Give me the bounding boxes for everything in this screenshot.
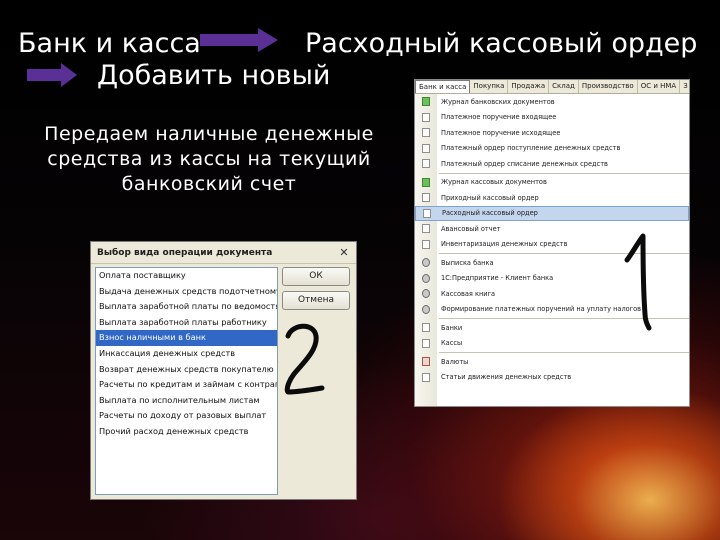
document-icon (415, 323, 437, 333)
close-icon[interactable]: ✕ (338, 247, 350, 259)
menu-bar-item[interactable]: Банк и касса (415, 80, 471, 93)
operation-list-item[interactable]: Выплата по исполнительным листам (96, 393, 277, 409)
step-one-annotation: 1 (605, 232, 665, 341)
menu-item[interactable]: Журнал кассовых документов (415, 175, 689, 191)
menu-item-label: Журнал кассовых документов (441, 178, 547, 187)
menu-item-label: Валюты (441, 357, 469, 366)
operation-list-item[interactable]: Инкассация денежных средств (96, 346, 277, 362)
operation-list-item[interactable]: Расчеты по кредитам и займам с контраген… (96, 377, 277, 393)
menu-item-label: Статьи движения денежных средств (441, 373, 572, 382)
menu-item[interactable]: Расходный кассовый ордер (415, 205, 689, 221)
menu-item[interactable]: Платежный ордер поступление денежных сре… (415, 141, 689, 157)
operation-list-item[interactable]: Оплата поставщику (96, 268, 277, 284)
document-icon (415, 304, 437, 314)
document-icon (415, 128, 437, 138)
document-icon (415, 338, 437, 348)
menu-item-label: Платежный ордер поступление денежных сре… (441, 144, 621, 153)
menu-item-label: Выписка банка (441, 258, 494, 267)
document-icon (415, 224, 437, 234)
document-icon (415, 273, 437, 283)
document-icon (415, 239, 437, 249)
menu-item[interactable]: Статьи движения денежных средств (415, 370, 689, 386)
menu-item-label: Банки (441, 323, 463, 332)
document-icon (415, 143, 437, 153)
operation-list-item[interactable]: Расчеты по доходу от разовых выплат (96, 408, 277, 424)
operation-list[interactable]: Оплата поставщику Выдача денежных средств… (95, 267, 278, 495)
ok-button[interactable]: ОК (282, 267, 350, 286)
menu-item-label: Платежный ордер списание денежных средст… (441, 159, 608, 168)
slide-description: Передаем наличные денежные средства из к… (44, 123, 374, 195)
menu-item-label: Кассовая книга (441, 289, 496, 298)
path-end-text: Расходный кассовый ордер (305, 28, 698, 59)
document-icon (415, 193, 437, 203)
operation-list-item[interactable]: Выплата заработной платы по ведомостям (96, 299, 277, 315)
menu-item-label: Расходный кассовый ордер (442, 209, 538, 218)
operation-list-item[interactable]: Прочий расход денежных средств (96, 424, 277, 440)
document-icon (415, 177, 437, 187)
path-start-text: Банк и касса (18, 28, 201, 59)
menu-item[interactable]: Платежное поручение входящее (415, 110, 689, 126)
document-icon (415, 258, 437, 268)
menu-item[interactable]: Приходный кассовый ордер (415, 190, 689, 206)
menu-bar-item[interactable]: Производство (579, 80, 638, 93)
menu-item-label: Платежное поручение исходящее (441, 128, 561, 137)
document-icon (415, 159, 437, 169)
menu-separator (439, 352, 689, 353)
dialog-titlebar: Выбор вида операции документа ✕ (91, 242, 356, 264)
menu-item-label: Приходный кассовый ордер (441, 193, 539, 202)
document-icon (415, 97, 437, 107)
document-icon (415, 289, 437, 299)
menu-item-label: Авансовый отчет (441, 224, 501, 233)
operation-list-item[interactable]: Взнос наличными в банк (96, 330, 277, 346)
operation-list-item[interactable]: Выплата заработной платы работнику (96, 315, 277, 331)
menu-item-label: 1С:Предприятие - Клиент банка (441, 274, 554, 283)
menu-bar-item[interactable]: ОС и НМА (638, 80, 681, 93)
document-icon (415, 112, 437, 122)
operation-list-item[interactable]: Возврат денежных средств покупателю (96, 362, 277, 378)
menu-bar: Банк и касса Покупка Продажа Склад Производс… (415, 80, 689, 94)
menu-bar-item[interactable]: Склад (549, 80, 579, 93)
menu-item[interactable]: Журнал банковских документов (415, 94, 689, 110)
cancel-button[interactable]: Отмена (282, 291, 350, 310)
menu-bar-item[interactable]: Продажа (508, 80, 550, 93)
menu-item[interactable]: Валюты (415, 354, 689, 370)
menu-item-label: Платежное поручение входящее (441, 113, 557, 122)
menu-bar-item[interactable]: З (680, 80, 689, 93)
arrow-right-icon (27, 63, 79, 87)
document-icon (415, 357, 437, 367)
menu-item-label: Инвентаризация денежных средств (441, 240, 568, 249)
document-icon (416, 208, 438, 218)
operation-list-item[interactable]: Выдача денежных средств подотчетному лиц… (96, 284, 277, 300)
step-two-annotation: 2 (280, 318, 330, 407)
menu-item[interactable]: Платежное поручение исходящее (415, 125, 689, 141)
menu-separator (439, 172, 689, 174)
menu-item-label: Кассы (441, 339, 463, 348)
document-icon (415, 372, 437, 382)
menu-item[interactable]: Платежный ордер списание денежных средст… (415, 156, 689, 172)
menu-bar-item[interactable]: Покупка (470, 80, 509, 93)
menu-item-label: Журнал банковских документов (441, 97, 555, 106)
path-next-text: Добавить новый (97, 60, 331, 91)
dialog-title: Выбор вида операции документа (97, 247, 273, 258)
arrow-right-icon (200, 28, 280, 52)
